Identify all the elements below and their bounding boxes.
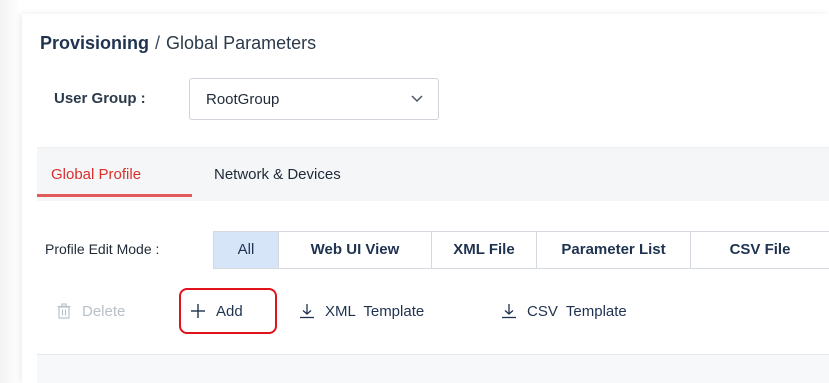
add-button-highlight — [179, 288, 277, 334]
active-tab-indicator — [37, 194, 192, 197]
chevron-down-icon — [411, 95, 423, 103]
user-group-label: User Group : — [54, 90, 146, 107]
mode-web-ui-view-button[interactable]: Web UI View — [279, 232, 432, 268]
breadcrumb-root[interactable]: Provisioning — [40, 33, 149, 53]
delete-label: Delete — [82, 302, 126, 320]
profile-edit-mode-label: Profile Edit Mode : — [45, 241, 160, 257]
trash-icon — [57, 303, 71, 319]
content-area — [37, 355, 829, 383]
csv-template-button[interactable]: CSV Template — [501, 296, 627, 326]
user-group-value: RootGroup — [206, 91, 280, 108]
xml-template-label: XML Template — [325, 302, 425, 320]
csv-template-label: CSV Template — [527, 302, 627, 320]
mode-xml-file-button[interactable]: XML File — [432, 232, 537, 268]
tab-network-devices[interactable]: Network & Devices — [214, 166, 341, 183]
download-icon — [300, 304, 314, 319]
profile-edit-mode-selector: All Web UI View XML File Parameter List … — [213, 231, 829, 269]
delete-button[interactable]: Delete — [56, 296, 125, 326]
tab-global-profile[interactable]: Global Profile — [51, 166, 141, 183]
tab-bar: Global Profile Network & Devices — [37, 147, 829, 201]
xml-template-button[interactable]: XML Template — [299, 296, 424, 326]
breadcrumb-separator: / — [155, 33, 161, 53]
download-icon — [502, 304, 516, 319]
mode-csv-file-button[interactable]: CSV File — [691, 232, 829, 268]
breadcrumb: Provisioning / Global Parameters — [40, 33, 316, 54]
mode-all-button[interactable]: All — [214, 232, 279, 268]
user-group-select[interactable]: RootGroup — [189, 78, 439, 120]
breadcrumb-current: Global Parameters — [166, 33, 317, 53]
mode-parameter-list-button[interactable]: Parameter List — [537, 232, 691, 268]
